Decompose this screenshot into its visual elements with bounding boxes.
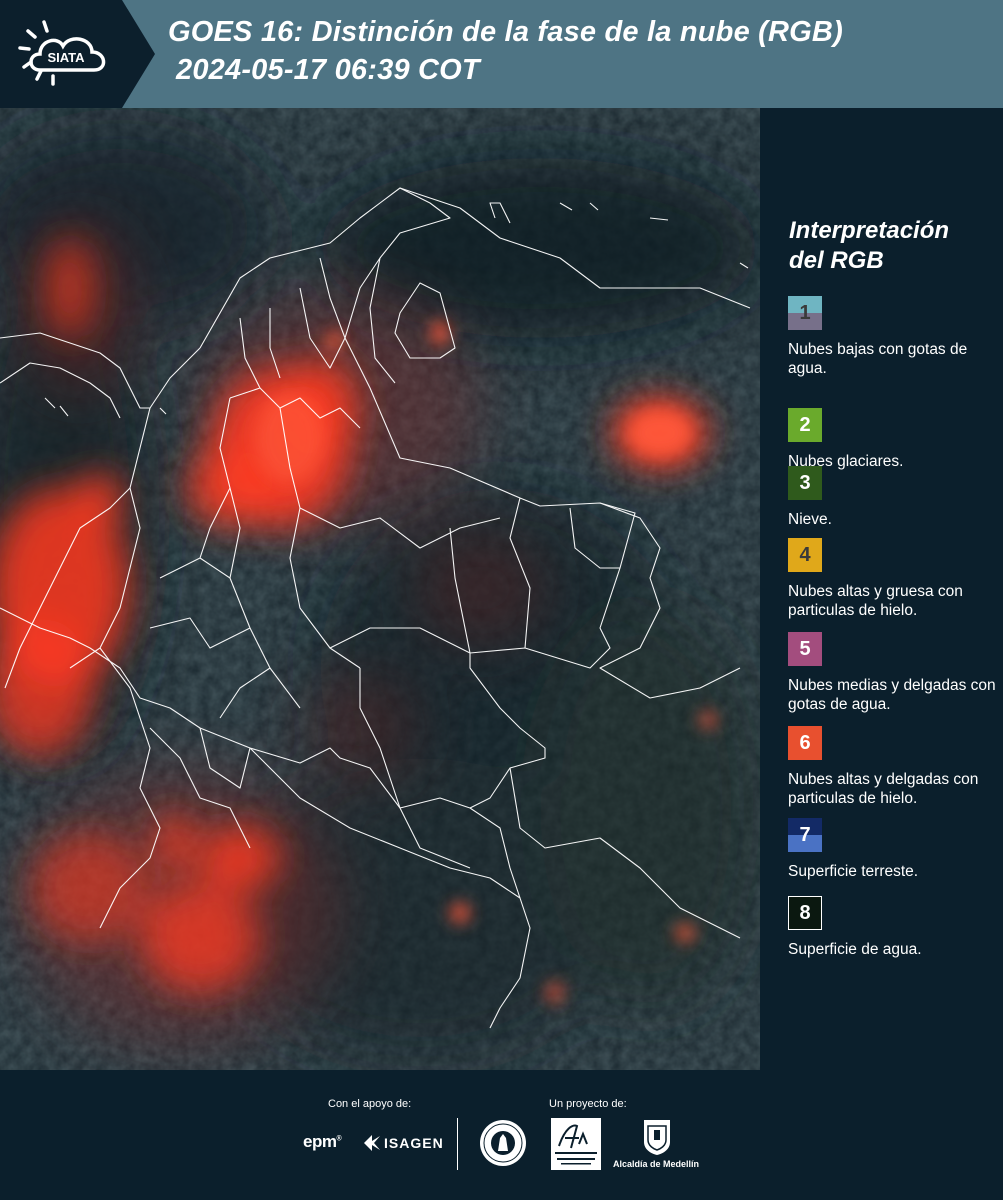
- legend-title: Interpretación del RGB: [789, 217, 950, 274]
- legend-item: 7 Superficie terreste.: [788, 818, 1003, 881]
- university-seal-icon: [478, 1118, 528, 1168]
- legend-number: 3: [799, 471, 811, 494]
- legend-item: 5 Nubes medias y delgadas con gotas de ag…: [788, 632, 1003, 714]
- page-title: GOES 16: Distinción de la fase de la nub…: [168, 16, 843, 48]
- legend-label: Superficie terreste.: [788, 863, 919, 880]
- legend-label: Nubes altas y delgadas con particulas de…: [788, 771, 979, 807]
- area-metropolitana-logo: [551, 1118, 601, 1170]
- legend-number: 1: [799, 301, 811, 324]
- legend-item: 4 Nubes altas y gruesa con particulas de …: [788, 538, 1003, 620]
- legend-swatch: 7: [788, 818, 822, 852]
- footer-divider: [457, 1118, 458, 1170]
- legend-item: 6 Nubes altas y delgadas con particulas d…: [788, 726, 1003, 808]
- legend-item: 2 Nubes glaciares.: [788, 408, 1003, 471]
- legend-number: 6: [799, 731, 811, 754]
- satellite-map: [0, 108, 760, 1070]
- alcaldia-shield-icon: [642, 1118, 672, 1156]
- epm-logo: epm®: [303, 1132, 342, 1151]
- logo-text: SIATA: [47, 50, 85, 65]
- legend-label: Superficie de agua.: [788, 941, 922, 958]
- legend-number: 7: [799, 823, 811, 846]
- legend-label: Nubes bajas con gotas de agua.: [788, 341, 968, 377]
- legend-item: 1 Nubes bajas con gotas de agua.: [788, 296, 1003, 378]
- isagen-logo: ISAGEN: [362, 1132, 443, 1154]
- legend-label: Nubes medias y delgadas con gotas de agu…: [788, 677, 996, 713]
- legend-item: 8 Superficie de agua.: [788, 896, 1003, 959]
- legend-swatch: 1: [788, 296, 822, 330]
- legend-label: Nubes altas y gruesa con particulas de h…: [788, 583, 963, 619]
- project-label: Un proyecto de:: [549, 1098, 627, 1110]
- siata-logo: SIATA: [0, 0, 155, 108]
- legend-label: Nieve.: [788, 511, 832, 528]
- legend-number: 5: [799, 637, 811, 660]
- legend-swatch: 4: [788, 538, 822, 572]
- legend-swatch: 3: [788, 466, 822, 500]
- legend-swatch: 6: [788, 726, 822, 760]
- isagen-icon: [364, 1135, 380, 1151]
- legend-number: 8: [799, 901, 811, 924]
- support-label: Con el apoyo de:: [328, 1098, 412, 1110]
- legend-item: 3 Nieve.: [788, 466, 1003, 529]
- header: SIATA GOES 16: Distinción de la fase de …: [0, 0, 1003, 108]
- legend-number: 4: [799, 543, 811, 566]
- footer: Con el apoyo de: Un proyecto de: epm® IS…: [0, 1070, 1003, 1200]
- legend-panel: Interpretación del RGB 1 Nubes bajas con …: [760, 108, 1003, 1070]
- page-datetime: 2024-05-17 06:39 COT: [176, 54, 480, 86]
- legend-number: 2: [799, 413, 811, 436]
- legend-swatch: 2: [788, 408, 822, 442]
- legend-swatch: 5: [788, 632, 822, 666]
- alcaldia-text: Alcaldía de Medellín: [613, 1159, 700, 1169]
- legend-swatch: 8: [788, 896, 822, 930]
